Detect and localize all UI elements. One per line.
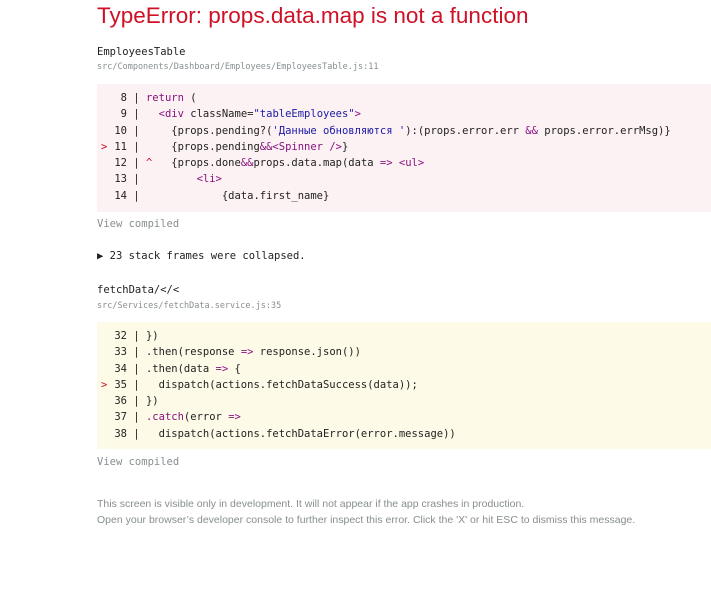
code-line-current: >11 | {props.pending&&<Spinner />} [101,140,349,153]
code-line: 13 | <li> [114,173,222,186]
dev-notice: This screen is visible only in developme… [97,498,525,510]
dev-instructions: Open your browser’s developer console to… [97,514,636,526]
code-line: 34 | .then(data => { [114,362,241,375]
code-line: 9 | <div className="tableEmployees"> [120,108,361,121]
stack-frame-file[interactable]: src/Services/fetchData.service.js:35 [97,301,281,312]
code-line: 37 | .catch(error => [114,411,241,424]
code-line: 38 | dispatch(actions.fetchDataError(err… [114,427,456,440]
view-compiled-link[interactable]: View compiled [97,218,179,231]
code-line: 8 | return ( [120,92,197,104]
view-compiled-link[interactable]: View compiled [97,456,179,469]
stack-frame-file[interactable]: src/Components/Dashboard/Employees/Emplo… [97,62,378,73]
code-line: 10 | {props.pending?('Данные обновляются… [114,124,671,137]
code-snippet: 8 | return ( 9 | <div className="tableEm… [97,84,711,212]
collapsed-frames-text: 23 stack frames were collapsed. [109,250,306,262]
code-line: 14 | {data.first_name} [114,189,330,202]
code-line: 12 | ^ {props.done&&props.data.map(data … [114,157,425,170]
code-line: 36 | }) [114,395,159,408]
code-line: 33 | .then(response => response.json()) [114,346,361,359]
stack-frame-function: fetchData/</< [97,284,180,296]
collapsed-frames-toggle[interactable]: ▶ 23 stack frames were collapsed. [97,250,306,263]
stack-frame-function: EmployeesTable [97,46,186,58]
code-line-current: >35 | dispatch(actions.fetchDataSuccess(… [101,378,418,391]
code-snippet: 32 | }) 33 | .then(response => response.… [97,322,711,449]
error-title: TypeError: props.data.map is not a funct… [97,3,529,28]
code-line: 32 | }) [114,330,159,342]
collapse-arrow-icon: ▶ [97,250,104,262]
